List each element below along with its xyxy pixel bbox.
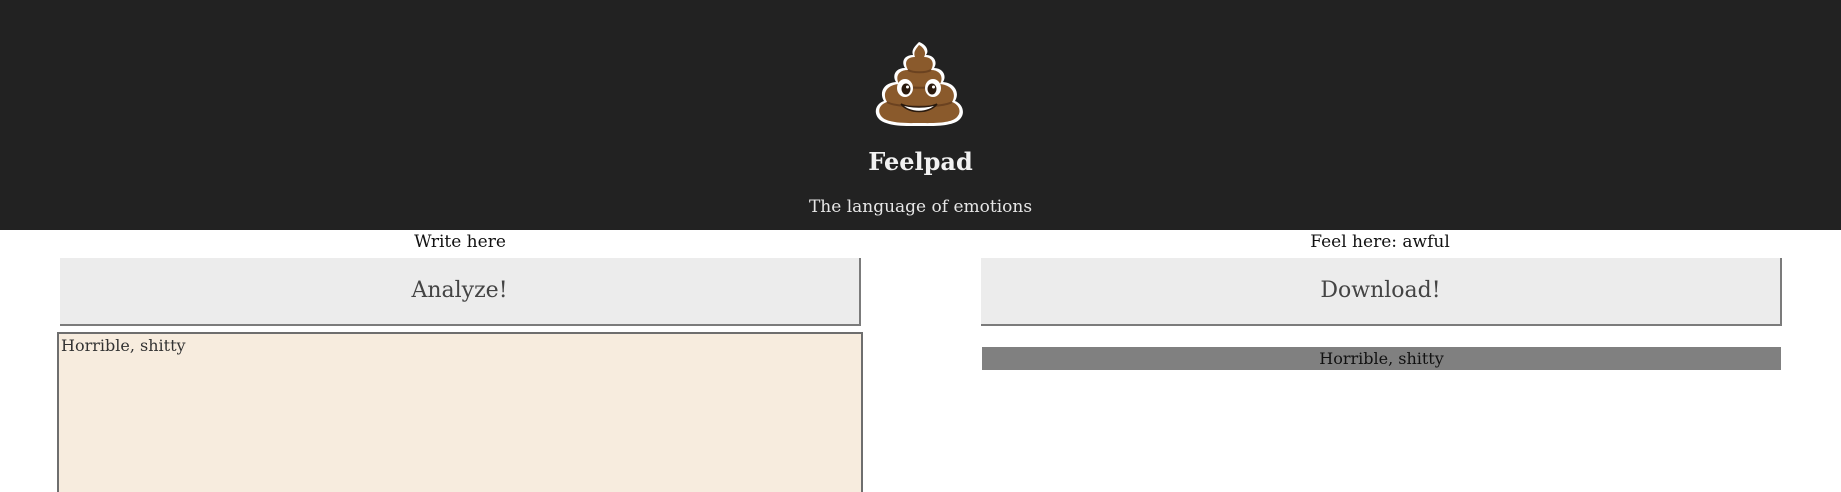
app-title: Feelpad <box>868 147 973 176</box>
emotion-output-bar: Horrible, shitty <box>982 347 1781 370</box>
app-subtitle: The language of emotions <box>808 197 1033 217</box>
write-panel-label: Write here <box>414 232 506 252</box>
app-header: Feelpad The language of emotions <box>0 0 1841 230</box>
emotion-text-input[interactable]: Horrible, shitty <box>57 332 863 492</box>
feel-panel-label: Feel here: awful <box>1310 232 1450 252</box>
analyze-button[interactable]: Analyze! <box>60 258 861 326</box>
download-button[interactable]: Download! <box>981 258 1782 326</box>
pile-of-poo-icon <box>875 42 963 127</box>
